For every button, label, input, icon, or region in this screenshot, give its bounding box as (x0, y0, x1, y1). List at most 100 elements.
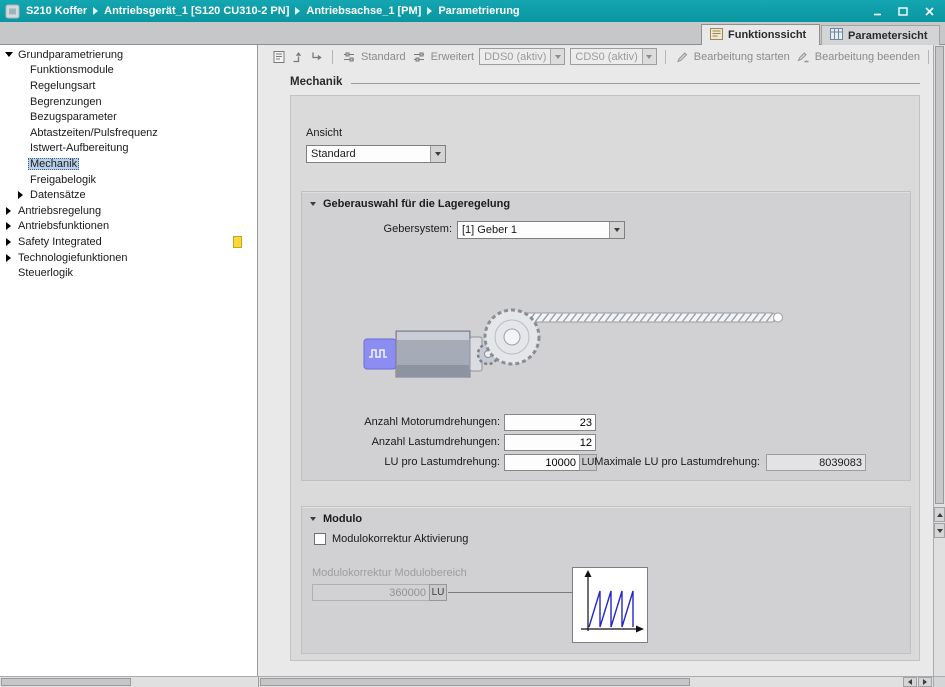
minimize-button[interactable] (870, 4, 884, 18)
horizontal-scrollbar[interactable] (0, 676, 945, 687)
tab-label: Funktionssicht (728, 29, 806, 41)
tree-item-label: Freigabelogik (28, 174, 98, 186)
sidebar-item-antriebsfunktionen[interactable]: Antriebsfunktionen (0, 219, 257, 235)
sidebar-item-regelungsart[interactable]: Regelungsart (0, 78, 257, 94)
breadcrumb-axis[interactable]: Antriebsachse_1 [PM] (306, 5, 421, 17)
sidebar-item-freigabelogik[interactable]: Freigabelogik (0, 172, 257, 188)
sidebar-item-bezugsparameter[interactable]: Bezugsparameter (0, 109, 257, 125)
max-lu-label: Maximale LU pro Lastumdrehung: (582, 454, 760, 471)
view-tabstrip: Funktionssicht Parametersicht (0, 22, 945, 45)
page-title: Mechanik (290, 76, 342, 88)
tree-item-label: Technologiefunktionen (16, 252, 129, 264)
sidebar-item-abtastzeiten[interactable]: Abtastzeiten/Pulsfrequenz (0, 125, 257, 141)
dropdown-arrow-icon[interactable] (609, 222, 624, 238)
sidebar-item-safety-integrated[interactable]: Safety Integrated (0, 234, 257, 250)
modulo-waveform-graphic (572, 567, 648, 643)
toolbar-separator (665, 50, 666, 64)
scrollbar-divider (258, 677, 259, 687)
gebersystem-label: Gebersystem: (322, 221, 452, 238)
goto-device-view-icon[interactable] (291, 49, 305, 65)
mechanik-panel: Ansicht Standard Geberauswahl für die La… (290, 95, 920, 661)
ansicht-dropdown[interactable]: Standard (306, 145, 446, 163)
parametersicht-icon (830, 28, 843, 43)
section-title: Geberauswahl für die Lageregelung (323, 198, 510, 210)
vscroll-thumb[interactable] (935, 46, 944, 504)
expand-icon[interactable] (4, 254, 13, 262)
lu-pro-lastumdrehung-input[interactable] (504, 454, 580, 471)
motorumdrehungen-input[interactable] (504, 414, 596, 431)
tree-item-label: Grundparametrierung (16, 49, 125, 61)
breadcrumb-separator-icon (93, 7, 98, 15)
geber-section-header[interactable]: Geberauswahl für die Lageregelung (310, 198, 510, 210)
funktionssicht-icon (710, 28, 723, 43)
section-collapse-icon (310, 202, 316, 206)
lastumdrehungen-input[interactable] (504, 434, 596, 451)
scrollbar-corner (933, 677, 945, 687)
sidebar-item-grundparametrierung[interactable]: Grundparametrierung (0, 47, 257, 63)
sidebar-item-technologiefunktionen[interactable]: Technologiefunktionen (0, 250, 257, 266)
dds-value: DDS0 (aktiv) (480, 51, 550, 63)
dropdown-arrow-icon (550, 49, 564, 64)
sidebar-item-steuerlogik[interactable]: Steuerlogik (0, 265, 257, 281)
sidebar-item-istwert-aufbereitung[interactable]: Istwert-Aufbereitung (0, 141, 257, 157)
editor-toolbar: Standard Erweitert DDS0 (aktiv) CDS0 (ak… (259, 45, 933, 68)
section-title: Modulo (323, 513, 362, 525)
tab-parametersicht[interactable]: Parametersicht (821, 25, 940, 45)
close-button[interactable] (922, 4, 936, 18)
geber-section: Geberauswahl für die Lageregelung Gebers… (301, 191, 911, 481)
goto-network-view-icon[interactable] (310, 49, 324, 65)
tree-item-label: Begrenzungen (28, 96, 104, 108)
standard-view-icon (341, 49, 357, 65)
connector-line (448, 592, 572, 593)
scroll-up-button[interactable] (934, 507, 945, 522)
vertical-scrollbar[interactable] (933, 45, 945, 676)
sidebar-item-mechanik[interactable]: Mechanik (0, 156, 257, 172)
modulo-section: Modulo Modulokorrektur Aktivierung Modul… (301, 506, 911, 654)
tree-item-label: Funktionsmodule (28, 64, 116, 76)
lu-unit-label: LU (429, 584, 447, 601)
expand-icon[interactable] (4, 238, 13, 246)
overview-icon[interactable] (272, 49, 286, 65)
lu-pro-lastumdrehung-label: LU pro Lastumdrehung: (312, 454, 500, 471)
main-hscroll-thumb[interactable] (260, 678, 690, 686)
breadcrumb-page[interactable]: Parametrierung (438, 5, 519, 17)
tab-funktionssicht[interactable]: Funktionssicht (701, 24, 820, 45)
dropdown-arrow-icon[interactable] (430, 146, 445, 162)
sidebar-item-funktionsmodule[interactable]: Funktionsmodule (0, 63, 257, 79)
breadcrumb-separator-icon (295, 7, 300, 15)
page-heading: Mechanik (290, 76, 920, 88)
maximize-button[interactable] (896, 4, 910, 18)
motorumdrehungen-label: Anzahl Motorumdrehungen: (312, 414, 500, 431)
modulo-section-header[interactable]: Modulo (310, 513, 362, 525)
edit-start-icon (674, 49, 690, 65)
sidebar-item-begrenzungen[interactable]: Begrenzungen (0, 94, 257, 110)
expand-icon[interactable] (16, 191, 25, 199)
gebersystem-dropdown[interactable]: [1] Geber 1 (457, 221, 625, 239)
change-marker-badge (233, 236, 242, 248)
cds-dropdown: CDS0 (aktiv) (570, 48, 656, 65)
sidebar-hscroll-thumb[interactable] (1, 678, 131, 686)
modulobereich-input (312, 584, 430, 601)
breadcrumb-project[interactable]: S210 Koffer (26, 5, 87, 17)
tab-label: Parametersicht (848, 30, 928, 42)
modulokorrektur-checkbox[interactable] (314, 533, 326, 545)
expand-icon[interactable] (4, 207, 13, 215)
sidebar-item-antriebsregelung[interactable]: Antriebsregelung (0, 203, 257, 219)
tree-item-label: Istwert-Aufbereitung (28, 142, 130, 154)
scroll-left-button[interactable] (903, 677, 917, 687)
window-controls (870, 4, 940, 18)
drive-train-graphic (360, 295, 790, 400)
erweitert-view-label: Erweitert (431, 51, 474, 63)
scroll-down-button[interactable] (934, 523, 945, 538)
scroll-right-button[interactable] (918, 677, 932, 687)
lastumdrehungen-label: Anzahl Lastumdrehungen: (312, 434, 500, 451)
expand-icon[interactable] (4, 222, 13, 230)
breadcrumb-device[interactable]: Antriebsgerät_1 [S120 CU310-2 PN] (104, 5, 289, 17)
erweitert-view-button[interactable]: Erweitert (411, 49, 474, 65)
bearbeitung-beenden-label: Bearbeitung beenden (815, 51, 920, 63)
bearbeitung-beenden-button: Bearbeitung beenden (795, 49, 920, 65)
sidebar-item-datensaetze[interactable]: Datensätze (0, 187, 257, 203)
standard-view-button[interactable]: Standard (341, 49, 406, 65)
toolbar-separator (928, 50, 929, 64)
collapse-icon[interactable] (4, 52, 13, 57)
